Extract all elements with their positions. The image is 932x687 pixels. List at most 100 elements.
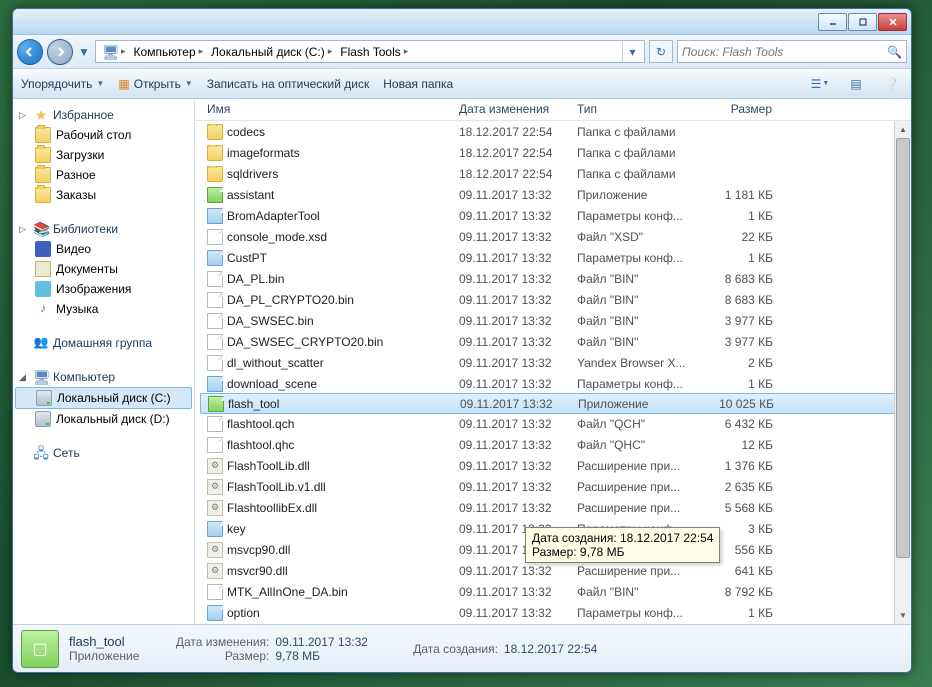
sidebar-item-drive-c[interactable]: Локальный диск (C:)	[15, 387, 192, 409]
maximize-button[interactable]	[848, 13, 877, 31]
file-row[interactable]: imageformats18.12.2017 22:54Папка с файл…	[201, 142, 911, 163]
file-row[interactable]: FlashToolLib.dll09.11.2017 13:32Расширен…	[201, 455, 911, 476]
scroll-thumb[interactable]	[896, 138, 910, 558]
file-name: download_scene	[227, 377, 317, 391]
explorer-window: ▼ 🖥▸ Компьютер▸ Локальный диск (C:)▸ Fla…	[12, 8, 912, 673]
scroll-down[interactable]: ▼	[895, 607, 911, 624]
file-row[interactable]: MTK_AllInOne_DA.bin09.11.2017 13:32Файл …	[201, 581, 911, 602]
sidebar-item[interactable]: Рабочий стол	[13, 125, 194, 145]
computer-icon: 🖥	[102, 44, 118, 60]
file-row[interactable]: FlashtoollibEx.dll09.11.2017 13:32Расшир…	[201, 497, 911, 518]
col-date[interactable]: Дата изменения	[453, 99, 571, 120]
file-date: 18.12.2017 22:54	[453, 167, 571, 181]
sidebar-item[interactable]: Видео	[13, 239, 194, 259]
folder-icon	[35, 167, 51, 183]
vscrollbar[interactable]: ▲ ▼	[894, 121, 911, 624]
col-size[interactable]: Размер	[703, 99, 779, 120]
bc-seg-0[interactable]: Компьютер▸	[130, 41, 208, 62]
file-date: 09.11.2017 13:32	[453, 335, 571, 349]
file-row[interactable]: BromAdapterTool09.11.2017 13:32Параметры…	[201, 205, 911, 226]
file-row[interactable]: flash_tool09.11.2017 13:32Приложение10 0…	[200, 393, 907, 414]
folder-icon	[35, 127, 51, 143]
file-row[interactable]: assistant09.11.2017 13:32Приложение1 181…	[201, 184, 911, 205]
breadcrumb[interactable]: 🖥▸ Компьютер▸ Локальный диск (C:)▸ Flash…	[95, 40, 645, 63]
search-box[interactable]: 🔍	[677, 40, 907, 63]
scroll-up[interactable]: ▲	[895, 121, 911, 138]
drive-icon	[36, 390, 52, 406]
file-row[interactable]: sqldrivers18.12.2017 22:54Папка с файлам…	[201, 163, 911, 184]
file-row[interactable]: option09.11.2017 13:32Параметры конф...1…	[201, 602, 911, 623]
file-row[interactable]: DA_PL_CRYPTO20.bin09.11.2017 13:32Файл "…	[201, 289, 911, 310]
open-button[interactable]: ▦Открыть▼	[118, 77, 192, 91]
newfolder-button[interactable]: Новая папка	[383, 77, 453, 91]
exe-icon	[207, 208, 223, 224]
file-icon	[207, 313, 223, 329]
sidebar-network[interactable]: ▷🖧Сеть	[13, 443, 194, 463]
sidebar-favorites[interactable]: ▷★Избранное	[13, 105, 194, 125]
file-row[interactable]: flashtool.qch09.11.2017 13:32Файл "QCH"6…	[201, 413, 911, 434]
file-type: Yandex Browser X...	[571, 356, 703, 370]
bc-root-icon[interactable]: 🖥▸	[98, 41, 130, 62]
file-type: Файл "BIN"	[571, 293, 703, 307]
bc-label: Компьютер	[134, 45, 196, 59]
file-size: 1 КБ	[703, 606, 779, 620]
help-button[interactable]: ❔	[881, 74, 903, 94]
file-type: Параметры конф...	[571, 377, 703, 391]
sidebar-item[interactable]: ♪Музыка	[13, 299, 194, 319]
file-row[interactable]: CustPT09.11.2017 13:32Параметры конф...1…	[201, 247, 911, 268]
sidebar-computer[interactable]: ◢🖥Компьютер	[13, 367, 194, 387]
file-row[interactable]: codecs18.12.2017 22:54Папка с файлами	[201, 121, 911, 142]
sidebar-item[interactable]: Изображения	[13, 279, 194, 299]
col-name[interactable]: Имя	[201, 99, 453, 120]
sidebar-item[interactable]: Загрузки	[13, 145, 194, 165]
file-size: 10 025 КБ	[704, 397, 780, 411]
titlebar[interactable]	[13, 9, 911, 35]
folder-icon	[207, 166, 223, 182]
minimize-button[interactable]	[818, 13, 847, 31]
file-row[interactable]: DA_SWSEC.bin09.11.2017 13:32Файл "BIN"3 …	[201, 310, 911, 331]
burn-button[interactable]: Записать на оптический диск	[207, 77, 370, 91]
file-row[interactable]: flashtool.qhc09.11.2017 13:32Файл "QHC"1…	[201, 434, 911, 455]
file-date: 09.11.2017 13:32	[454, 397, 572, 411]
file-name: msvcp90.dll	[227, 543, 290, 557]
file-name: sqldrivers	[227, 167, 278, 181]
file-row[interactable]: console_mode.xsd09.11.2017 13:32Файл "XS…	[201, 226, 911, 247]
sidebar-item[interactable]: Заказы	[13, 185, 194, 205]
search-input[interactable]	[682, 45, 887, 59]
bc-dropdown[interactable]: ▾	[622, 41, 642, 62]
col-type[interactable]: Тип	[571, 99, 703, 120]
file-row[interactable]: DA_PL.bin09.11.2017 13:32Файл "BIN"8 683…	[201, 268, 911, 289]
sidebar-item[interactable]: Документы	[13, 259, 194, 279]
file-type: Файл "BIN"	[571, 314, 703, 328]
file-type: Параметры конф...	[571, 251, 703, 265]
organize-menu[interactable]: Упорядочить▼	[21, 77, 104, 91]
file-row[interactable]: FlashToolLib.v1.dll09.11.2017 13:32Расши…	[201, 476, 911, 497]
history-dropdown[interactable]: ▼	[77, 43, 91, 61]
dll-icon	[207, 542, 223, 558]
file-name: BromAdapterTool	[227, 209, 320, 223]
file-type: Расширение при...	[571, 459, 703, 473]
close-button[interactable]	[878, 13, 907, 31]
back-button[interactable]	[17, 39, 43, 65]
file-row[interactable]: download_scene09.11.2017 13:32Параметры …	[201, 373, 911, 394]
view-menu[interactable]: ☰▼	[809, 74, 831, 94]
sidebar: ▷★Избранное Рабочий стол Загрузки Разное…	[13, 99, 195, 624]
file-row[interactable]: dl_without_scatter09.11.2017 13:32Yandex…	[201, 352, 911, 373]
sidebar-item[interactable]: Разное	[13, 165, 194, 185]
bc-seg-2[interactable]: Flash Tools▸	[336, 41, 412, 62]
sidebar-homegroup[interactable]: ▷👥Домашняя группа	[13, 333, 194, 353]
file-icon	[207, 334, 223, 350]
sidebar-libraries[interactable]: ▷📚Библиотеки	[13, 219, 194, 239]
file-type: Параметры конф...	[571, 606, 703, 620]
file-size: 12 КБ	[703, 438, 779, 452]
sidebar-item-drive-d[interactable]: Локальный диск (D:)	[13, 409, 194, 429]
file-type: Приложение	[572, 397, 704, 411]
file-name: CustPT	[227, 251, 267, 265]
file-size: 8 792 КБ	[703, 585, 779, 599]
bc-seg-1[interactable]: Локальный диск (C:)▸	[207, 41, 336, 62]
preview-pane-button[interactable]: ▤	[845, 74, 867, 94]
forward-button[interactable]	[47, 39, 73, 65]
file-row[interactable]: msvcr90.dll09.11.2017 13:32Расширение пр…	[201, 560, 911, 581]
refresh-button[interactable]: ↻	[649, 40, 673, 63]
file-row[interactable]: DA_SWSEC_CRYPTO20.bin09.11.2017 13:32Фай…	[201, 331, 911, 352]
